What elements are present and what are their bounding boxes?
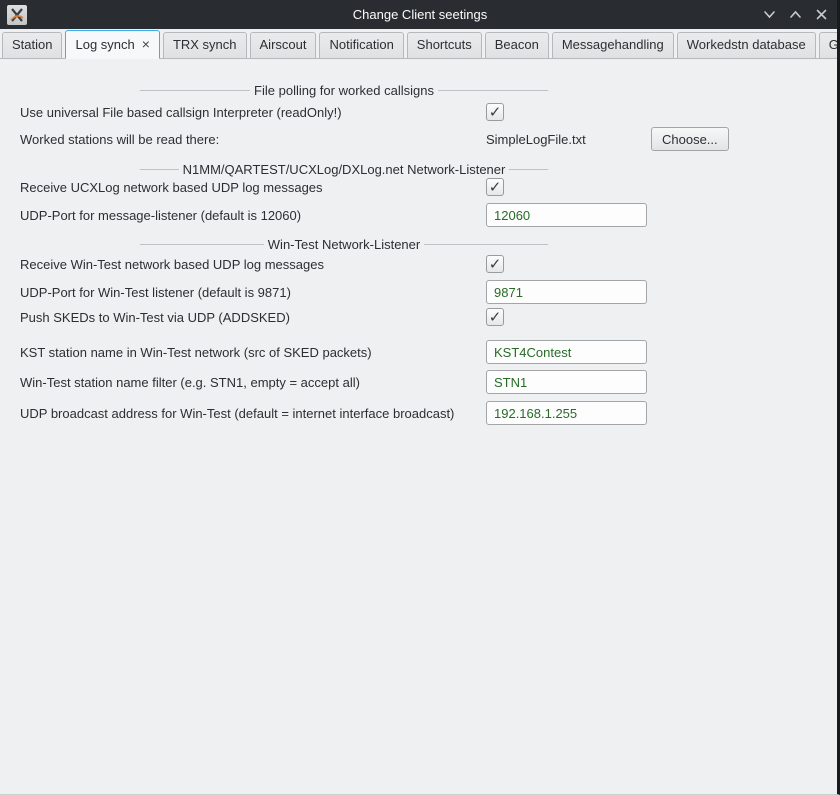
udp-port-wintest-label: UDP-Port for Win-Test listener (default … — [20, 285, 482, 300]
udp-broadcast-address-label: UDP broadcast address for Win-Test (defa… — [20, 406, 482, 421]
file-interpreter-label: Use universal File based callsign Interp… — [20, 105, 482, 120]
udp-broadcast-address-input[interactable] — [486, 401, 647, 425]
udp-port-wintest-input[interactable] — [486, 280, 647, 304]
udp-port-message-listener-label: UDP-Port for message-listener (default i… — [20, 208, 482, 223]
udp-port-message-listener-input[interactable] — [486, 203, 647, 227]
row-station-name-filter: Win-Test station name filter (e.g. STN1,… — [20, 370, 817, 394]
kst-station-name-input[interactable] — [486, 340, 647, 364]
receive-wintest-checkbox[interactable]: ✓ — [486, 255, 504, 273]
settings-window: Change Client seetings Station Log synch… — [0, 0, 840, 795]
tab-messagehandling[interactable]: Messagehandling — [552, 32, 674, 58]
window-title: Change Client seetings — [0, 7, 840, 22]
receive-ucxlog-label: Receive UCXLog network based UDP log mes… — [20, 180, 482, 195]
section-header-n1mm-listener: N1MM/QARTEST/UCXLog/DXLog.net Network-Li… — [140, 161, 548, 177]
check-icon: ✓ — [489, 103, 502, 121]
file-interpreter-checkbox[interactable]: ✓ — [486, 103, 504, 121]
push-skeds-label: Push SKEDs to Win-Test via UDP (ADDSKED) — [20, 310, 482, 325]
check-icon: ✓ — [489, 308, 502, 326]
station-name-filter-label: Win-Test station name filter (e.g. STN1,… — [20, 375, 482, 390]
tab-notification[interactable]: Notification — [319, 32, 403, 58]
close-icon[interactable] — [814, 8, 828, 22]
row-udp-port-wintest: UDP-Port for Win-Test listener (default … — [20, 280, 817, 304]
app-icon — [7, 5, 27, 25]
row-file-interpreter: Use universal File based callsign Interp… — [20, 102, 817, 122]
row-receive-ucxlog: Receive UCXLog network based UDP log mes… — [20, 177, 817, 197]
minimize-icon[interactable] — [762, 8, 776, 22]
tab-beacon[interactable]: Beacon — [485, 32, 549, 58]
tab-bar: Station Log synch× TRX synch Airscout No… — [0, 30, 837, 59]
check-icon: ✓ — [489, 255, 502, 273]
section-header-wintest-listener: Win-Test Network-Listener — [140, 236, 548, 252]
worked-stations-label: Worked stations will be read there: — [20, 132, 482, 147]
maximize-icon[interactable] — [788, 8, 802, 22]
push-skeds-checkbox[interactable]: ✓ — [486, 308, 504, 326]
check-icon: ✓ — [489, 178, 502, 196]
section-header-file-polling: File polling for worked callsigns — [140, 82, 548, 98]
row-push-skeds: Push SKEDs to Win-Test via UDP (ADDSKED)… — [20, 307, 817, 327]
row-udp-broadcast-address: UDP broadcast address for Win-Test (defa… — [20, 401, 817, 425]
row-worked-stations: Worked stations will be read there: Simp… — [20, 127, 817, 151]
tab-gui[interactable]: GUI — [819, 32, 840, 58]
row-udp-port-message-listener: UDP-Port for message-listener (default i… — [20, 203, 817, 227]
worked-stations-file-value: SimpleLogFile.txt — [486, 132, 586, 147]
tab-shortcuts[interactable]: Shortcuts — [407, 32, 482, 58]
tab-station[interactable]: Station — [2, 32, 62, 58]
station-name-filter-input[interactable] — [486, 370, 647, 394]
titlebar: Change Client seetings — [0, 0, 840, 29]
tab-close-icon[interactable]: × — [142, 36, 150, 52]
tab-trx-synch[interactable]: TRX synch — [163, 32, 247, 58]
receive-ucxlog-checkbox[interactable]: ✓ — [486, 178, 504, 196]
row-receive-wintest: Receive Win-Test network based UDP log m… — [20, 254, 817, 274]
tab-log-synch[interactable]: Log synch× — [65, 30, 159, 59]
kst-station-name-label: KST station name in Win-Test network (sr… — [20, 345, 482, 360]
tab-airscout[interactable]: Airscout — [250, 32, 317, 58]
choose-file-button[interactable]: Choose... — [651, 127, 729, 151]
row-kst-station-name: KST station name in Win-Test network (sr… — [20, 340, 817, 364]
receive-wintest-label: Receive Win-Test network based UDP log m… — [20, 257, 482, 272]
log-synch-panel: File polling for worked callsigns Use un… — [0, 60, 837, 794]
tab-workedstn-database[interactable]: Workedstn database — [677, 32, 816, 58]
